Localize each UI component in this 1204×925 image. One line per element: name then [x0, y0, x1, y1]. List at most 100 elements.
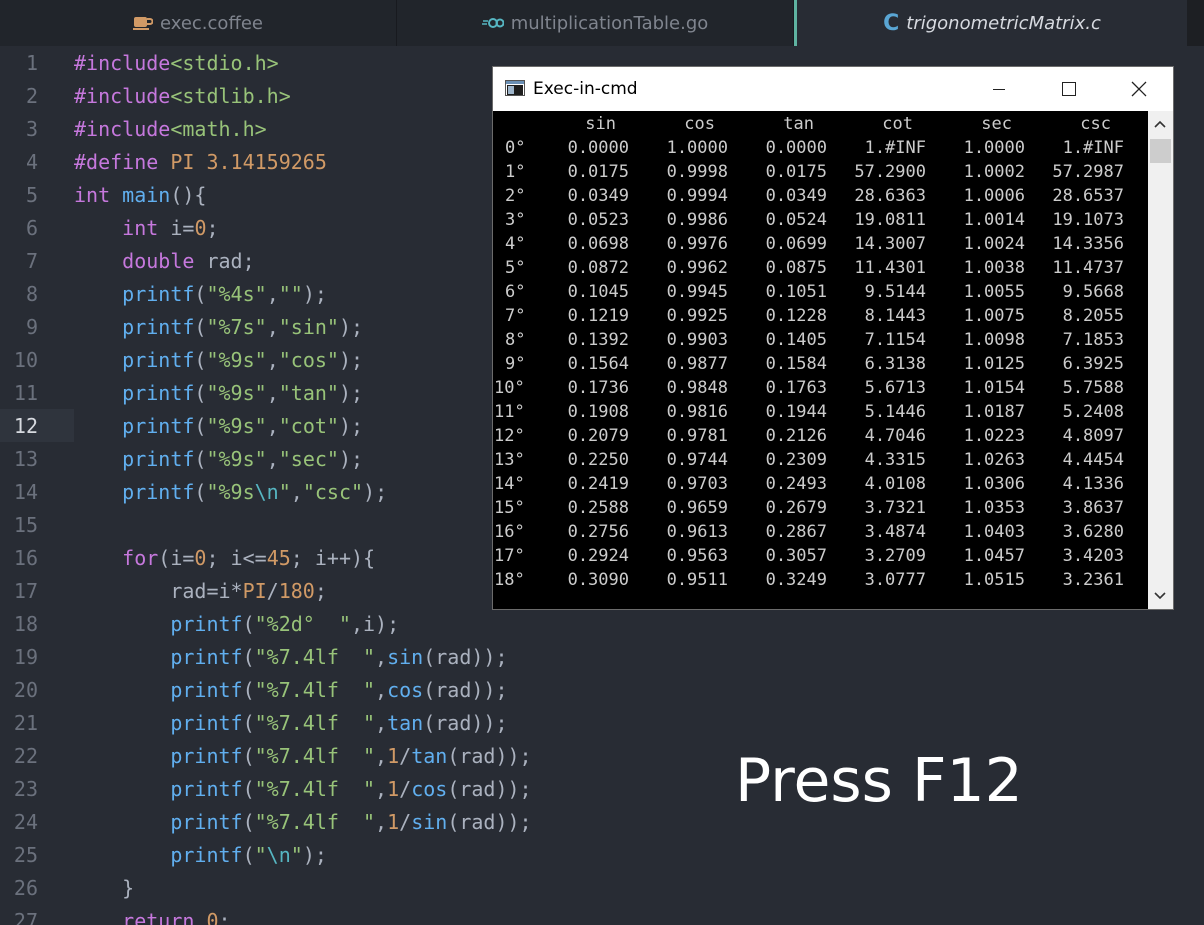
- code-token: /: [399, 744, 412, 768]
- cmd-value-cell: 0.2867: [765, 522, 827, 542]
- tab-exec-coffee[interactable]: exec.coffee: [0, 0, 397, 46]
- cmd-value-cell: 1.0154: [963, 378, 1025, 398]
- cmd-value-cell: 0.1736: [567, 378, 629, 398]
- exec-in-cmd-window[interactable]: Exec-in-cmd sin cos tan cot sec csc 0° 0.0000 1.…: [492, 66, 1174, 610]
- code-line[interactable]: printf("%7.4lf ",1/cos(rad));: [74, 773, 531, 806]
- code-line[interactable]: printf("%9s","cot");: [74, 410, 363, 443]
- cmd-scrollbar[interactable]: [1148, 111, 1173, 609]
- code-line[interactable]: printf("\n");: [74, 839, 327, 872]
- code-line[interactable]: #include<stdio.h>: [74, 47, 279, 80]
- code-token: printf: [170, 645, 243, 669]
- tab-trigonometric-matrix-c[interactable]: C trigonometricMatrix.c: [794, 0, 1187, 46]
- cmd-value-cell: 8.2055: [1062, 306, 1124, 326]
- code-token: (: [194, 447, 207, 471]
- maximize-button[interactable]: [1034, 67, 1104, 111]
- cmd-value-cell: 3.6280: [1062, 522, 1124, 542]
- scroll-up-icon[interactable]: [1153, 119, 1167, 129]
- code-token: "%7.4lf ": [254, 810, 376, 834]
- code-line[interactable]: printf("%2d° ",i);: [74, 608, 399, 641]
- code-token: 1: [387, 744, 400, 768]
- code-token: sin: [411, 810, 448, 834]
- tab-multiplication-table-go[interactable]: multiplicationTable.go: [397, 0, 794, 46]
- code-line[interactable]: printf("%7.4lf ",sin(rad));: [74, 641, 507, 674]
- code-line[interactable]: printf("%7.4lf ",cos(rad));: [74, 674, 507, 707]
- code-line[interactable]: printf("%4s","");: [74, 278, 327, 311]
- close-icon: [1131, 81, 1147, 97]
- cmd-angle-cell: 12°: [494, 426, 525, 446]
- code-token: ": [290, 843, 303, 867]
- code-token: #include: [74, 51, 171, 75]
- line-number: 24: [13, 810, 38, 834]
- cmd-value-cell: 4.0108: [864, 474, 926, 494]
- code-token: #define: [74, 150, 171, 174]
- code-line[interactable]: printf("%7s","sin");: [74, 311, 363, 344]
- code-token: printf: [170, 612, 243, 636]
- code-token: "%7.4lf ": [254, 777, 376, 801]
- cmd-value-cell: 3.2709: [864, 546, 926, 566]
- code-token: );: [338, 447, 364, 471]
- code-token: (: [242, 711, 255, 735]
- code-line[interactable]: printf("%7.4lf ",1/sin(rad));: [74, 806, 531, 839]
- tab-bar: exec.coffee multiplicationTable.go C tri…: [0, 0, 1204, 46]
- cmd-titlebar[interactable]: Exec-in-cmd: [493, 67, 1173, 111]
- code-token: (: [194, 381, 207, 405]
- code-line[interactable]: rad=i*PI/180;: [74, 575, 327, 608]
- code-token: "%9s": [206, 348, 267, 372]
- cmd-header-sin: sin: [585, 114, 616, 134]
- code-line[interactable]: int i=0;: [74, 212, 218, 245]
- cmd-value-cell: 0.2679: [765, 498, 827, 518]
- code-line[interactable]: #define PI 3.14159265: [74, 146, 327, 179]
- cmd-value-cell: 1.0403: [963, 522, 1025, 542]
- code-line[interactable]: for(i=0; i<=45; i++){: [74, 542, 375, 575]
- cmd-header-tan: tan: [783, 114, 814, 134]
- line-number: 17: [13, 579, 38, 603]
- code-line[interactable]: #include<math.h>: [74, 113, 267, 146]
- code-token: ,: [375, 678, 388, 702]
- code-line[interactable]: }: [74, 872, 134, 905]
- cmd-value-cell: 0.0699: [765, 234, 827, 254]
- cmd-value-cell: 0.9945: [666, 282, 728, 302]
- cmd-value-cell: 0.9744: [666, 450, 728, 470]
- scroll-down-icon[interactable]: [1153, 591, 1167, 601]
- code-line[interactable]: printf("%7.4lf ",1/tan(rad));: [74, 740, 531, 773]
- code-token: ": [254, 843, 267, 867]
- code-line[interactable]: printf("%9s\n","csc");: [74, 476, 387, 509]
- cmd-value-cell: 0.1564: [567, 354, 629, 374]
- code-line[interactable]: printf("%9s","sec");: [74, 443, 363, 476]
- code-token: /: [399, 810, 412, 834]
- code-line[interactable]: return 0;: [74, 905, 230, 925]
- cmd-value-cell: 1.0000: [666, 138, 728, 158]
- code-token: "%7.4lf ": [254, 678, 376, 702]
- code-token: (: [242, 744, 255, 768]
- cmd-value-cell: 0.1763: [765, 378, 827, 398]
- code-line[interactable]: printf("%7.4lf ",tan(rad));: [74, 707, 507, 740]
- cmd-angle-cell: 5°: [505, 258, 526, 278]
- code-token: sin: [387, 645, 424, 669]
- code-token: tan: [411, 744, 448, 768]
- code-line[interactable]: int main(){: [74, 179, 206, 212]
- cmd-value-cell: 1.0000: [963, 138, 1025, 158]
- line-number: 15: [13, 513, 38, 537]
- code-line[interactable]: #include<stdlib.h>: [74, 80, 291, 113]
- cmd-value-cell: 0.2756: [567, 522, 629, 542]
- scrollbar-thumb[interactable]: [1150, 139, 1171, 163]
- cmd-value-cell: 0.9986: [666, 210, 728, 230]
- code-line[interactable]: printf("%9s","cos");: [74, 344, 363, 377]
- cmd-value-cell: 0.9781: [666, 426, 728, 446]
- close-button[interactable]: [1104, 67, 1174, 111]
- code-line[interactable]: double rad;: [74, 245, 254, 278]
- code-token: "": [278, 282, 303, 306]
- code-token: printf: [122, 447, 195, 471]
- cmd-value-cell: 1.0006: [963, 186, 1025, 206]
- code-token: (i=: [158, 546, 195, 570]
- code-token: 1: [387, 777, 400, 801]
- code-line[interactable]: printf("%9s","tan");: [74, 377, 363, 410]
- line-number: 4: [25, 150, 38, 174]
- cmd-value-cell: 0.0698: [567, 234, 629, 254]
- minimize-button[interactable]: [964, 67, 1034, 111]
- code-token: printf: [170, 843, 243, 867]
